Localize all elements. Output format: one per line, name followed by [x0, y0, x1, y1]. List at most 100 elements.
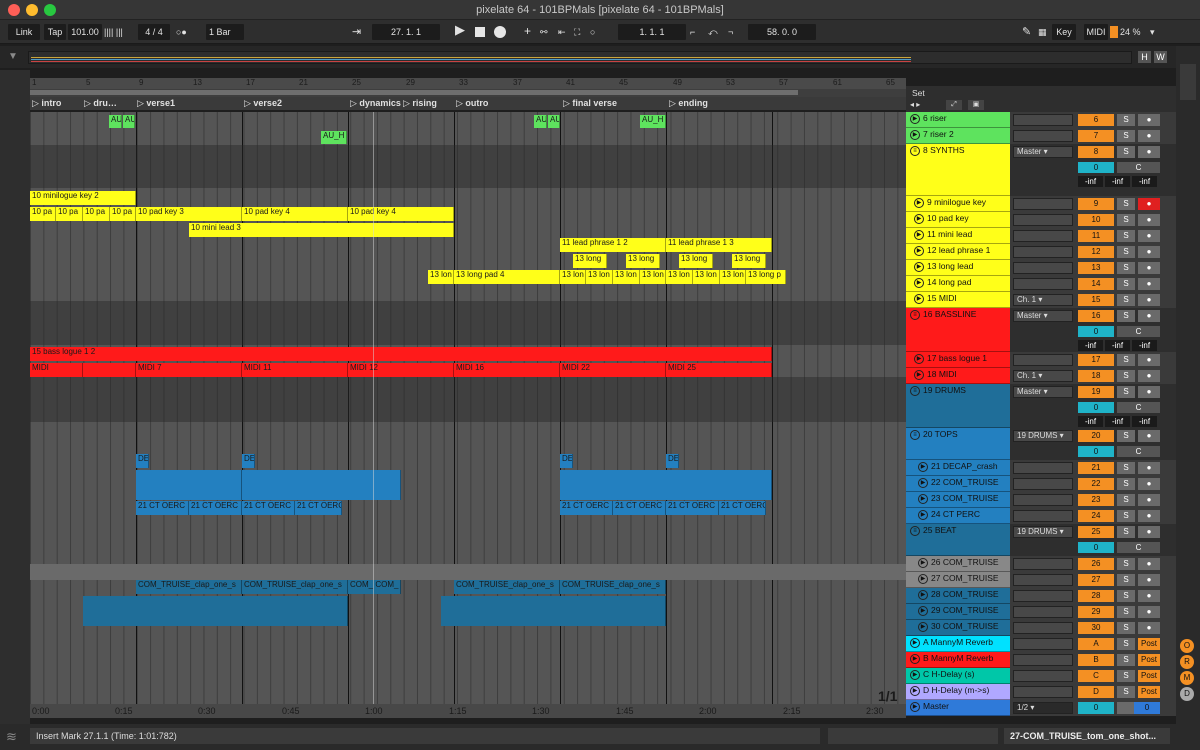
track-activator-button[interactable]: 7	[1078, 130, 1114, 142]
track-activator-button[interactable]: 0	[1078, 702, 1114, 714]
clip[interactable]: 13 lon	[666, 270, 693, 284]
track-activator-button[interactable]: 26	[1078, 558, 1114, 570]
solo-button[interactable]: S	[1117, 686, 1135, 698]
lock-icon[interactable]: ▣	[968, 100, 984, 110]
track-name-header[interactable]: ▶ 14 long pad	[906, 276, 1010, 292]
arm-button[interactable]: ●	[1138, 310, 1160, 322]
arm-button[interactable]: ●	[1138, 114, 1160, 126]
solo-button[interactable]: S	[1117, 558, 1135, 570]
midi-map-button[interactable]: MIDI	[1084, 24, 1108, 40]
play-icon[interactable]: ▶	[918, 462, 928, 472]
output-routing-select[interactable]	[1013, 130, 1073, 142]
track-volume-field[interactable]: 0	[1078, 162, 1114, 173]
solo-button[interactable]: S	[1117, 386, 1135, 398]
output-routing-select[interactable]	[1013, 622, 1073, 634]
track-activator-button[interactable]: 16	[1078, 310, 1114, 322]
clip[interactable]: 15 bass logue 1 2	[30, 347, 772, 361]
track-name-header[interactable]: ▶ 6 riser	[906, 112, 1010, 128]
automation-arm-icon[interactable]: ⚯	[540, 24, 548, 40]
track-activator-button[interactable]: 17	[1078, 354, 1114, 366]
pan-knob[interactable]: C	[1117, 542, 1160, 553]
clip[interactable]: AU_H	[321, 131, 347, 144]
play-icon[interactable]: ▶	[918, 606, 928, 616]
track-name-header[interactable]: ▶ 22 COM_TRUISE	[906, 476, 1010, 492]
solo-button[interactable]: S	[1117, 622, 1135, 634]
clip[interactable]: COM_TRUISE_clap_one_s	[560, 580, 666, 594]
group-fold-icon[interactable]: ≡	[910, 430, 920, 440]
clip[interactable]: 10 minilogue key 2	[30, 191, 136, 205]
play-icon[interactable]: ▶	[914, 370, 924, 380]
solo-button[interactable]: S	[1117, 130, 1135, 142]
track-name-header[interactable]: ▶ 15 MIDI	[906, 292, 1010, 308]
clip[interactable]	[136, 470, 242, 500]
clip[interactable]: 10 pa	[83, 207, 110, 221]
track-name-header[interactable]: ▶ A MannyM Reverb	[906, 636, 1010, 652]
clip[interactable]	[83, 363, 136, 377]
clip[interactable]: AU_H	[534, 115, 547, 128]
play-icon[interactable]: ▶	[918, 622, 928, 632]
track-name-header[interactable]: ▶ 28 COM_TRUISE	[906, 588, 1010, 604]
solo-button[interactable]: S	[1117, 494, 1135, 506]
clip[interactable]: DE	[560, 454, 573, 468]
track-activator-button[interactable]: C	[1078, 670, 1114, 682]
track-name-header[interactable]: ▶ D H-Delay (m->s)	[906, 684, 1010, 700]
track-activator-button[interactable]: 18	[1078, 370, 1114, 382]
chain-icon[interactable]: ≋	[6, 729, 17, 745]
output-routing-select[interactable]	[1013, 478, 1073, 490]
output-routing-select[interactable]	[1013, 590, 1073, 602]
follow-icon[interactable]: ⇥	[352, 24, 361, 40]
play-icon[interactable]: ▶	[910, 130, 920, 140]
locator-intro[interactable]: ▷ intro	[32, 98, 61, 109]
track-activator-button[interactable]: 11	[1078, 230, 1114, 242]
metronome-icon[interactable]: ○●	[176, 24, 187, 40]
output-routing-select[interactable]	[1013, 198, 1073, 210]
clip[interactable]: 13 long p	[746, 270, 786, 284]
arrangement-position-field[interactable]: 27. 1. 1	[372, 24, 440, 40]
clip[interactable]	[560, 470, 772, 500]
arrangement-view[interactable]: AU_H AU_H AU_H AU_H AU_H AU_H 10 minilog…	[30, 112, 906, 704]
clip[interactable]: DE	[136, 454, 149, 468]
track-name-header[interactable]: ▶ Master	[906, 700, 1010, 716]
play-icon[interactable]: ▶	[918, 558, 928, 568]
output-routing-select[interactable]	[1013, 670, 1073, 682]
solo-button[interactable]: S	[1117, 146, 1135, 158]
clip[interactable]: 21 CT OERC	[719, 501, 766, 515]
solo-button[interactable]: S	[1117, 198, 1135, 210]
clip[interactable]: COM_TRUISE_clap_one_s	[242, 580, 348, 594]
arm-button[interactable]: ●	[1138, 606, 1160, 618]
solo-button[interactable]: S	[1117, 478, 1135, 490]
draw-mode-icon[interactable]: ✎	[1022, 24, 1031, 40]
punch-out-icon[interactable]: ¬	[728, 24, 733, 40]
track-activator-button[interactable]: 30	[1078, 622, 1114, 634]
track-name-header[interactable]: ▶ 17 bass logue 1	[906, 352, 1010, 368]
clip[interactable]: 10 pa	[56, 207, 83, 221]
clip[interactable]: 13 long pad 4	[454, 270, 560, 284]
track-name-header[interactable]: ▶ 30 COM_TRUISE	[906, 620, 1010, 636]
output-routing-select[interactable]	[1013, 246, 1073, 258]
track-activator-button[interactable]: 9	[1078, 198, 1114, 210]
returns-toggle-button[interactable]: R	[1180, 655, 1194, 669]
pan-knob[interactable]: C	[1117, 162, 1160, 173]
clip[interactable]: 11 lead phrase 1 2	[560, 238, 666, 252]
play-icon[interactable]: ▶	[914, 230, 924, 240]
post-button[interactable]: Post	[1138, 670, 1160, 682]
group-fold-icon[interactable]: ≡	[910, 146, 920, 156]
arm-button[interactable]: ●	[1138, 526, 1160, 538]
track-activator-button[interactable]: 15	[1078, 294, 1114, 306]
output-routing-select[interactable]	[1013, 262, 1073, 274]
locator-verse1[interactable]: ▷ verse1	[137, 98, 175, 109]
clip[interactable]: 10 pad key 3	[136, 207, 242, 221]
track-name-header[interactable]: ▶ 27 COM_TRUISE	[906, 572, 1010, 588]
output-routing-select[interactable]	[1013, 214, 1073, 226]
track-activator-button[interactable]: 25	[1078, 526, 1114, 538]
solo-button[interactable]: S	[1117, 354, 1135, 366]
play-icon[interactable]: ▶	[910, 670, 920, 680]
clip[interactable]: 13 lon	[560, 270, 586, 284]
track-name-header[interactable]: ▶ 29 COM_TRUISE	[906, 604, 1010, 620]
output-routing-select[interactable]	[1013, 510, 1073, 522]
pan-knob[interactable]: C	[1117, 402, 1160, 413]
loop-start-field[interactable]: 1. 1. 1	[618, 24, 686, 40]
clip[interactable]: MIDI 16	[454, 363, 560, 377]
play-icon[interactable]: ▶	[914, 198, 924, 208]
post-button[interactable]: Post	[1138, 638, 1160, 650]
